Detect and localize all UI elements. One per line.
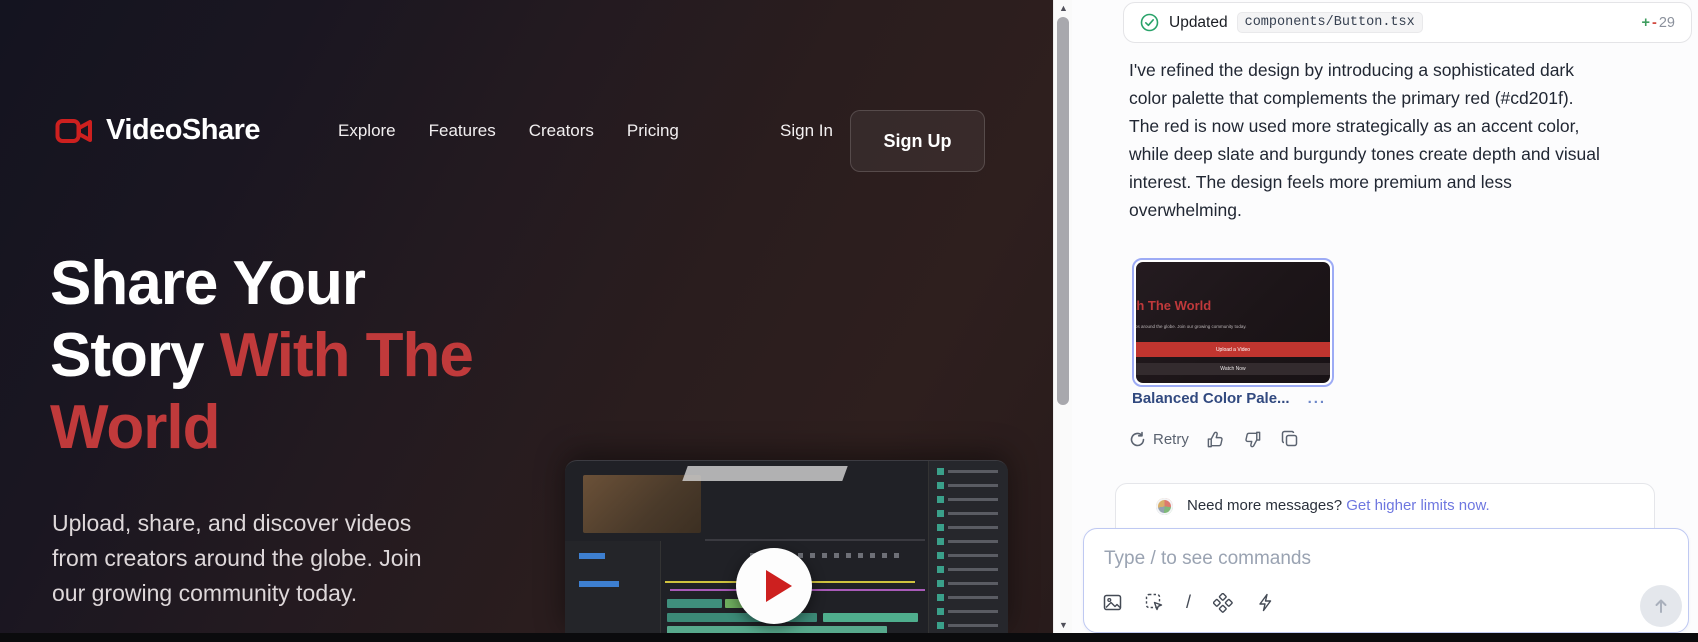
copy-icon[interactable]: [1280, 429, 1300, 449]
bottom-black-strip: [0, 633, 1698, 642]
play-button[interactable]: [736, 548, 812, 624]
nav-creators[interactable]: Creators: [529, 121, 594, 141]
diff-minus-sign: -: [1652, 15, 1657, 31]
quick-actions-icon[interactable]: [1255, 593, 1275, 613]
editor-footage-thumbnail: [583, 475, 701, 533]
artifact-title[interactable]: Balanced Color Pale...: [1132, 390, 1290, 407]
composer-input[interactable]: Type / to see commands: [1104, 548, 1311, 570]
artifact-title-row: Balanced Color Pale... ...: [1132, 390, 1326, 407]
thumb-subline: deos around the globe. Join our growing …: [1136, 324, 1247, 329]
main-nav: Explore Features Creators Pricing: [338, 100, 679, 162]
usage-pie-icon: [1156, 498, 1173, 515]
diff-plus-sign: +: [1642, 15, 1650, 31]
editor-clip: [823, 613, 918, 622]
site-preview-pane: VideoShare Explore Features Creators Pri…: [0, 0, 1053, 634]
tool-update-card[interactable]: Updated components/Button.tsx + - 29: [1123, 2, 1692, 43]
scrollbar-thumb[interactable]: [1057, 17, 1069, 405]
editor-chip: [579, 581, 619, 587]
video-player-mock: [565, 460, 1008, 634]
hero-subtitle: Upload, share, and discover videos from …: [52, 506, 472, 611]
check-circle-icon: [1140, 13, 1159, 32]
scroll-up-arrow-icon[interactable]: ▲: [1054, 0, 1073, 16]
message-actions: Retry: [1129, 429, 1300, 449]
editor-chip: [579, 553, 605, 559]
assistant-chat-panel: Updated components/Button.tsx + - 29 I'v…: [1073, 0, 1698, 634]
tool-file-chip: components/Button.tsx: [1237, 12, 1423, 33]
thumb-heading: th The World: [1136, 298, 1211, 313]
retry-label: Retry: [1153, 431, 1189, 448]
brand[interactable]: VideoShare: [55, 114, 260, 147]
nav-pricing[interactable]: Pricing: [627, 121, 679, 141]
nav-explore[interactable]: Explore: [338, 121, 396, 141]
tool-status-label: Updated: [1169, 14, 1228, 32]
get-higher-limits-link[interactable]: Get higher limits now.: [1346, 497, 1489, 514]
site-header: VideoShare Explore Features Creators Pri…: [0, 100, 1053, 180]
retry-button[interactable]: Retry: [1129, 431, 1189, 448]
brand-name: VideoShare: [106, 114, 260, 147]
vertical-scrollbar[interactable]: ▲ ▼: [1053, 0, 1072, 634]
hero-title: Share Your Story With The World: [50, 248, 505, 464]
assistant-message: I've refined the design by introducing a…: [1129, 56, 1698, 224]
sign-up-button[interactable]: Sign Up: [850, 110, 985, 172]
editor-highlight: [682, 466, 847, 481]
attach-image-icon[interactable]: [1102, 593, 1122, 613]
integrations-icon[interactable]: [1213, 593, 1233, 613]
video-camera-icon: [55, 117, 93, 145]
artifact-preview-content: th The World deos around the globe. Join…: [1136, 262, 1330, 383]
banner-text: Need more messages? Get higher limits no…: [1187, 497, 1490, 514]
scroll-down-arrow-icon[interactable]: ▼: [1054, 617, 1073, 633]
thumb-primary-button: Upload a Video: [1136, 342, 1330, 357]
editor-clip: [667, 599, 722, 608]
artifact-preview-thumbnail[interactable]: th The World deos around the globe. Join…: [1132, 258, 1334, 387]
thumbs-down-icon[interactable]: [1243, 429, 1263, 449]
select-element-icon[interactable]: [1144, 593, 1164, 613]
thumbs-up-icon[interactable]: [1206, 429, 1226, 449]
nav-features[interactable]: Features: [429, 121, 496, 141]
editor-ruler: [705, 539, 925, 541]
retry-icon: [1129, 431, 1146, 448]
ellipsis-menu-icon[interactable]: ...: [1308, 390, 1327, 407]
thumb-secondary-button: Watch Now: [1136, 363, 1330, 375]
sign-in-link[interactable]: Sign In: [780, 100, 833, 162]
slash-command-icon[interactable]: /: [1186, 592, 1191, 613]
message-composer[interactable]: Type / to see commands /: [1083, 528, 1689, 633]
diff-count: 29: [1659, 15, 1675, 31]
composer-toolbar: /: [1102, 592, 1275, 613]
send-button[interactable]: [1640, 585, 1682, 627]
diff-stat: + - 29: [1642, 15, 1675, 31]
editor-right-panel: [928, 461, 1008, 634]
